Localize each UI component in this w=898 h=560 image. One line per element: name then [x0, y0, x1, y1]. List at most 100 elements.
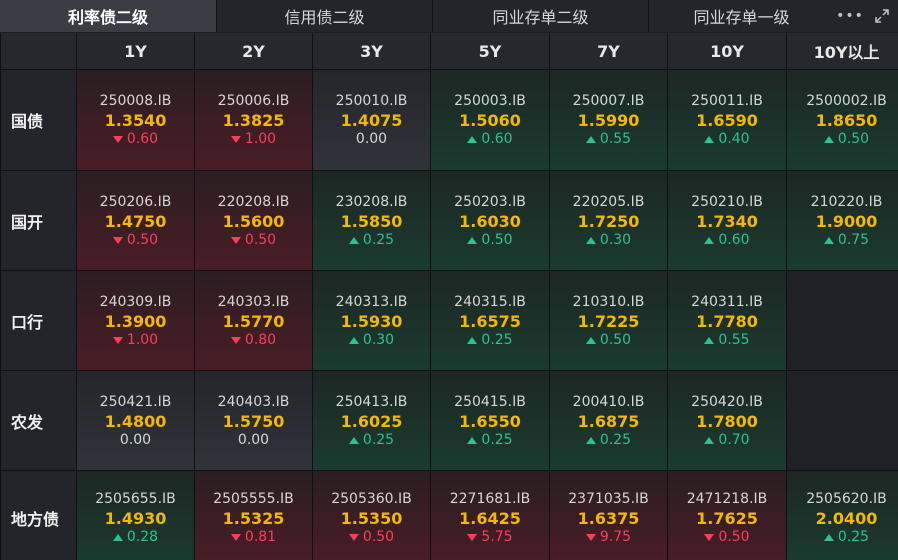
bond-yield: 1.7780 [696, 311, 758, 331]
bond-cell[interactable]: 250203.IB 1.6030 0.50 [431, 171, 549, 270]
yield-change-value: 9.75 [599, 529, 632, 545]
yield-change: 0.25 [585, 432, 631, 449]
row-label: 农发 [1, 371, 76, 470]
yield-change-value: 0.40 [718, 131, 750, 147]
yield-change-value: 0.28 [126, 529, 159, 545]
bond-code: 250413.IB [335, 393, 408, 410]
bond-cell[interactable]: 250008.IB 1.3540 0.60 [77, 70, 194, 170]
bond-code: 240315.IB [454, 293, 526, 310]
yield-change-value: 0.25 [837, 529, 870, 545]
yield-change: 0.50 [467, 231, 513, 249]
tab-rate-bond-secondary[interactable]: 利率债二级 [0, 0, 217, 32]
bond-yield: 1.6030 [459, 211, 521, 231]
arrow-down-icon [112, 336, 123, 344]
bond-cell[interactable]: 240403.IB 1.5750 0.00 [195, 371, 312, 470]
yield-change-value: 0.25 [362, 231, 395, 248]
bond-cell[interactable]: 220205.IB 1.7250 0.30 [550, 171, 667, 270]
empty-cell [787, 271, 898, 370]
bond-cell[interactable]: 250007.IB 1.5990 0.55 [550, 70, 667, 170]
bond-cell[interactable]: 240311.IB 1.7780 0.55 [668, 271, 786, 370]
bond-cell[interactable]: 250010.IB 1.4075 0.00 [313, 70, 430, 170]
bond-cell[interactable]: 220208.IB 1.5600 0.50 [195, 171, 312, 270]
more-options-button[interactable]: ••• [834, 0, 866, 32]
expand-button[interactable] [866, 0, 898, 32]
bond-cell[interactable]: 2271681.IB 1.6425 5.75 [431, 471, 549, 560]
bond-cell[interactable]: 210220.IB 1.9000 0.75 [787, 171, 898, 270]
yield-change: 0.25 [823, 529, 870, 546]
yield-change: 0.55 [585, 131, 631, 148]
bond-code: 2371035.IB [568, 491, 649, 507]
bond-code: 240303.IB [217, 293, 290, 310]
arrow-down-icon [585, 534, 596, 541]
bond-cell[interactable]: 230208.IB 1.5850 0.25 [313, 171, 430, 270]
bond-yield: 1.5750 [222, 411, 285, 431]
arrow-down-icon [704, 534, 715, 541]
bond-cell[interactable]: 250420.IB 1.7800 0.70 [668, 371, 786, 470]
bond-cell[interactable]: 2505555.IB 1.5325 0.81 [195, 471, 312, 560]
yield-change-value: 0.50 [481, 231, 513, 248]
bond-code: 250011.IB [691, 93, 763, 109]
arrow-up-icon [585, 436, 596, 444]
yield-change-value: 0.50 [244, 231, 277, 248]
bond-cell[interactable]: 250413.IB 1.6025 0.25 [313, 371, 430, 470]
yield-change: 0.30 [348, 332, 394, 349]
arrow-up-icon [348, 436, 359, 444]
bond-cell[interactable]: 2505360.IB 1.5350 0.50 [313, 471, 430, 560]
bond-code: 250206.IB [99, 193, 172, 210]
bond-code: 2505655.IB [95, 491, 176, 507]
bond-yield: 1.5850 [340, 211, 403, 231]
bond-code: 240311.IB [691, 293, 763, 310]
bond-cell[interactable]: 240309.IB 1.3900 1.00 [77, 271, 194, 370]
bond-cell[interactable]: 2371035.IB 1.6375 9.75 [550, 471, 667, 560]
bond-cell[interactable]: 210310.IB 1.7225 0.50 [550, 271, 667, 370]
bond-yield: 1.6550 [459, 411, 521, 431]
bond-cell[interactable]: 250415.IB 1.6550 0.25 [431, 371, 549, 470]
bond-cell[interactable]: 2500002.IB 1.8650 0.50 [787, 70, 898, 170]
bond-yield: 1.9000 [815, 211, 878, 231]
bond-cell[interactable]: 250421.IB 1.4800 0.00 [77, 371, 194, 470]
bond-cell[interactable]: 2505655.IB 1.4930 0.28 [77, 471, 194, 560]
bond-yield: 1.6590 [696, 111, 758, 130]
row-label: 国债 [1, 70, 76, 170]
bond-cell[interactable]: 200410.IB 1.6875 0.25 [550, 371, 667, 470]
bond-cell[interactable]: 250206.IB 1.4750 0.50 [77, 171, 194, 270]
more-icon: ••• [836, 8, 864, 24]
yield-change-value: 0.00 [119, 431, 152, 448]
bond-cell[interactable]: 250011.IB 1.6590 0.40 [668, 70, 786, 170]
tab-credit-bond-secondary[interactable]: 信用债二级 [217, 0, 433, 32]
yield-change: 0.81 [230, 529, 277, 546]
arrow-up-icon [467, 336, 478, 344]
bond-code: 220205.IB [572, 193, 645, 210]
yield-change: 9.75 [585, 529, 632, 546]
bond-cell[interactable]: 250210.IB 1.7340 0.60 [668, 171, 786, 270]
tab-ncd-secondary[interactable]: 同业存单二级 [433, 0, 649, 32]
bond-cell[interactable]: 240313.IB 1.5930 0.30 [313, 271, 430, 370]
bond-yield: 1.6375 [577, 509, 640, 528]
arrow-down-icon [348, 534, 359, 541]
bond-cell[interactable]: 2471218.IB 1.7625 0.50 [668, 471, 786, 560]
yield-change-value: 0.25 [481, 331, 513, 348]
bond-yield: 1.7625 [696, 509, 758, 528]
bond-code: 240403.IB [217, 393, 290, 410]
yield-change-value: 0.75 [837, 231, 870, 248]
bond-cell[interactable]: 240303.IB 1.5770 0.80 [195, 271, 312, 370]
bond-yield: 1.3900 [104, 311, 167, 331]
bond-yield: 1.5060 [459, 111, 521, 130]
yield-change: 5.75 [467, 529, 513, 546]
yield-change-value: 0.50 [599, 331, 632, 348]
yield-change-value: 0.81 [244, 529, 277, 545]
yield-change: 0.60 [467, 131, 513, 148]
arrow-down-icon [230, 534, 241, 541]
yield-change-value: 0.50 [837, 131, 870, 147]
bond-cell[interactable]: 240315.IB 1.6575 0.25 [431, 271, 549, 370]
bond-cell[interactable]: 250006.IB 1.3825 1.00 [195, 70, 312, 170]
bond-cell[interactable]: 250003.IB 1.5060 0.60 [431, 70, 549, 170]
yield-change: 0.25 [348, 231, 395, 249]
column-header: 1Y [77, 33, 194, 69]
yield-change-value: 1.00 [244, 131, 277, 147]
tab-ncd-primary[interactable]: 同业存单一级 [649, 0, 834, 32]
bond-cell[interactable]: 2505620.IB 2.0400 0.25 [787, 471, 898, 560]
yield-change-value: 0.25 [362, 431, 395, 448]
bond-code: 240309.IB [99, 293, 172, 310]
bond-yield: 1.7340 [696, 211, 758, 231]
